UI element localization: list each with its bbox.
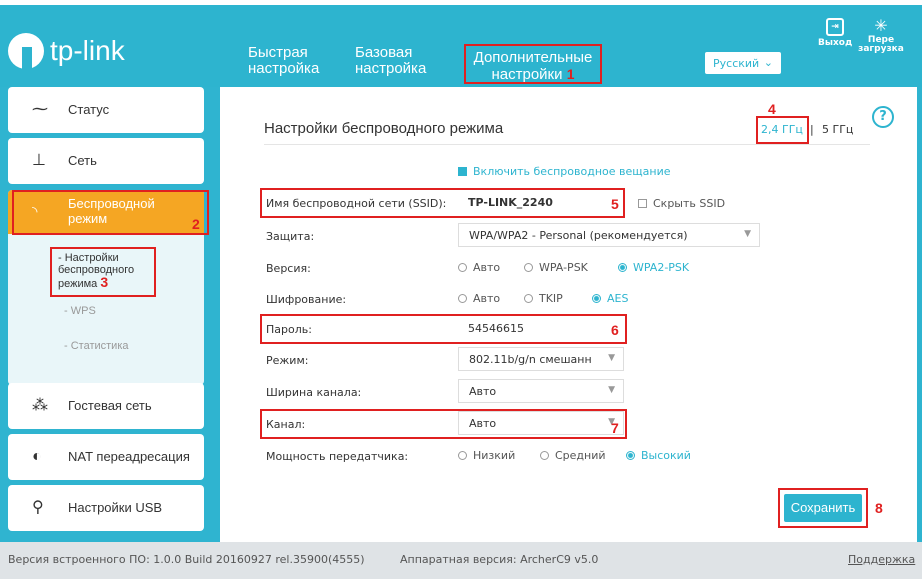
encryption-aes-radio[interactable]: AES (592, 292, 628, 305)
annotation-3: 3 (100, 274, 109, 290)
network-icon: ⊥ (32, 152, 46, 169)
channel-width-label: Ширина канала: (266, 386, 362, 399)
annotation-4: 4 (768, 101, 776, 117)
tab-basic[interactable]: Базовая настройка (355, 45, 426, 77)
nat-icon: ◐ (32, 448, 42, 465)
checkbox-icon (458, 167, 467, 176)
encryption-tkip-radio[interactable]: TKIP (524, 292, 563, 305)
page-title: Настройки беспроводного режима (264, 120, 504, 137)
tp-link-logo[interactable]: tp-link (8, 33, 125, 69)
channel-label: Канал: (266, 418, 306, 431)
tp-link-logo-icon (8, 33, 44, 69)
sidebar-subitem-wireless-settings[interactable]: - Настройки беспроводного режима 3 (50, 247, 156, 297)
annotation-1: 1 (566, 66, 575, 82)
hide-ssid-checkbox[interactable]: Скрыть SSID (638, 197, 725, 210)
channel-width-select[interactable]: Авто ▼ (458, 379, 624, 403)
header: tp-link (0, 5, 922, 87)
annotation-box-2 (12, 190, 209, 235)
encryption-auto-radio[interactable]: Авто (458, 292, 500, 305)
version-auto-radio[interactable]: Авто (458, 261, 500, 274)
reboot-button[interactable]: ✳ Пере загрузка (856, 18, 906, 54)
power-low-radio[interactable]: Низкий (458, 449, 515, 462)
annotation-8: 8 (875, 500, 883, 516)
band-24ghz-tab[interactable]: 2,4 ГГц (761, 123, 803, 136)
annotation-2: 2 (192, 216, 200, 232)
reboot-icon: ✳ (874, 16, 888, 35)
language-select[interactable]: Русский ⌄ (705, 52, 781, 74)
tab-advanced[interactable]: Дополнительные настройки 1 (464, 44, 602, 84)
checkbox-icon (638, 199, 647, 208)
dropdown-arrow-icon: ▼ (608, 385, 615, 395)
dropdown-arrow-icon: ▼ (744, 229, 751, 239)
pulse-icon: ⁓ (32, 101, 48, 118)
sidebar-item-status[interactable]: ⁓ Статус (8, 87, 204, 133)
annotation-5: 5 (611, 196, 619, 212)
hardware-version: Аппаратная версия: ArcherC9 v5.0 (400, 553, 599, 566)
save-button[interactable]: Сохранить (784, 494, 862, 522)
sidebar-subitem-stats[interactable]: - Статистика (64, 340, 129, 352)
band-5ghz-tab[interactable]: 5 ГГц (822, 123, 853, 136)
power-medium-radio[interactable]: Средний (540, 449, 606, 462)
sidebar-item-guest[interactable]: ⁂ Гостевая сеть (8, 383, 204, 429)
sidebar-item-nat[interactable]: ◐ NAT переадресация (8, 434, 204, 480)
support-link[interactable]: Поддержка (848, 553, 915, 566)
mode-label: Режим: (266, 354, 309, 367)
password-input[interactable]: 54546615 (458, 317, 606, 341)
band-separator: | (810, 123, 814, 136)
power-high-radio[interactable]: Высокий (626, 449, 691, 462)
firmware-version: Версия встроенного ПО: 1.0.0 Build 20160… (8, 553, 365, 566)
footer: Версия встроенного ПО: 1.0.0 Build 20160… (0, 542, 922, 579)
mode-select[interactable]: 802.11b/g/n смешанн ▼ (458, 347, 624, 371)
tab-quick-setup[interactable]: Быстрая настройка (248, 45, 319, 77)
channel-select[interactable]: Авто ▼ (458, 411, 624, 435)
chevron-down-icon: ⌄ (763, 56, 773, 69)
version-wpa-psk-radio[interactable]: WPA-PSK (524, 261, 588, 274)
annotation-6: 6 (611, 322, 619, 338)
tx-power-label: Мощность передатчика: (266, 450, 409, 463)
annotation-7: 7 (611, 420, 619, 436)
sidebar-item-usb[interactable]: ⚲ Настройки USB (8, 485, 204, 531)
security-label: Защита: (266, 230, 315, 243)
logo-text: tp-link (50, 35, 125, 66)
version-label: Версия: (266, 262, 311, 275)
sidebar-subitem-wps[interactable]: - WPS (64, 305, 96, 317)
ssid-input[interactable]: TP-LINK_2240 (458, 191, 606, 215)
enable-broadcast-checkbox[interactable]: Включить беспроводное вещание (458, 165, 670, 178)
ssid-label: Имя беспроводной сети (SSID): (266, 197, 447, 210)
title-divider (264, 144, 870, 145)
security-select[interactable]: WPA/WPA2 - Personal (рекомендуется) ▼ (458, 223, 760, 247)
sidebar: ⁓ Статус ⊥ Сеть ◝ Беспроводной режим 2 -… (0, 87, 213, 542)
help-icon[interactable]: ? (872, 106, 894, 128)
encryption-label: Шифрование: (266, 293, 347, 306)
logout-button[interactable]: ⇥ Выход (818, 18, 852, 48)
password-label: Пароль: (266, 323, 312, 336)
guest-icon: ⁂ (32, 397, 48, 414)
sidebar-item-network[interactable]: ⊥ Сеть (8, 138, 204, 184)
dropdown-arrow-icon: ▼ (608, 353, 615, 363)
usb-icon: ⚲ (32, 499, 44, 516)
sidebar-wireless-group: ◝ Беспроводной режим 2 - Настройки беспр… (8, 190, 209, 385)
version-wpa2-psk-radio[interactable]: WPA2-PSK (618, 261, 689, 274)
logout-icon: ⇥ (826, 18, 844, 36)
